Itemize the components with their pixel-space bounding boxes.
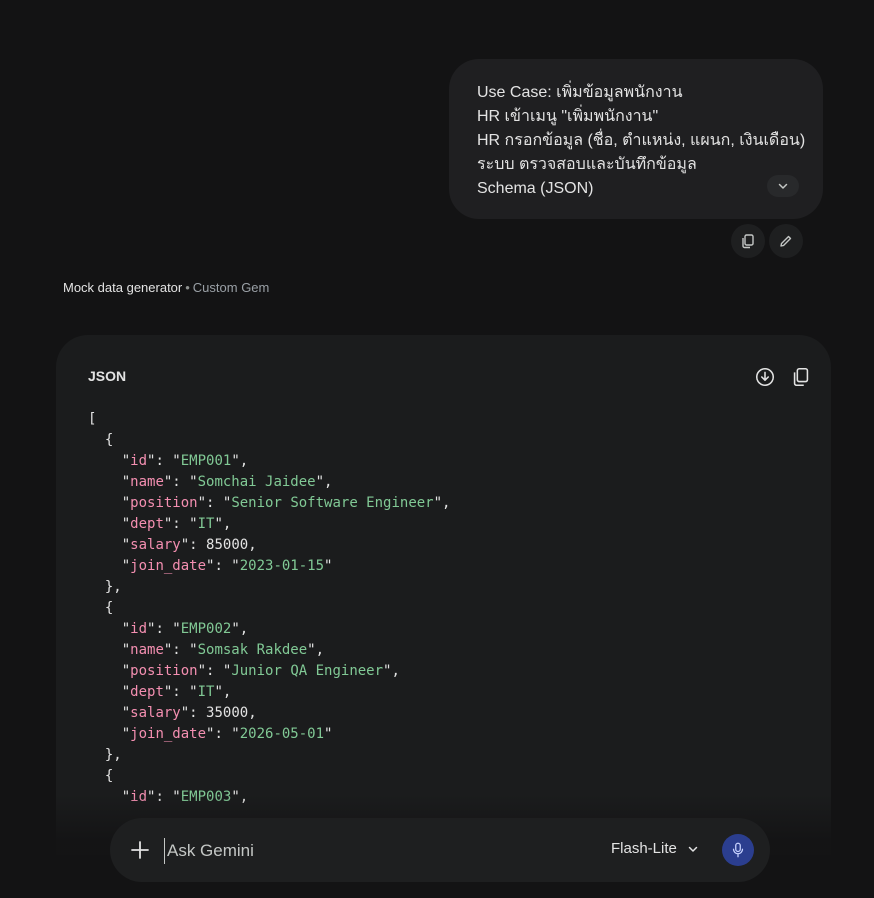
code-toolbar	[753, 365, 813, 389]
user-message-line: HR เข้าเมนู "เพิ่มพนักงาน"	[477, 108, 659, 125]
code-value: 2023-01-15	[239, 558, 325, 574]
copy-prompt-button[interactable]	[731, 224, 765, 258]
code-language-label: JSON	[88, 368, 127, 384]
microphone-button[interactable]	[722, 834, 754, 866]
gemini-chat-page: Use Case: เพิ่มข้อมูลพนักงาน HR เข้าเมนู…	[0, 0, 874, 898]
download-code-button[interactable]	[753, 365, 777, 389]
code-content: [ { "id": "EMP001", "name": "Somchai Jai…	[88, 409, 450, 808]
edit-prompt-button[interactable]	[769, 224, 803, 258]
copy-code-button[interactable]	[789, 365, 813, 389]
prompt-input-bar: Flash-Lite	[110, 818, 770, 882]
chevron-down-icon	[688, 846, 698, 852]
code-value: IT	[197, 684, 215, 700]
gem-separator: •	[185, 280, 190, 295]
copy-icon	[793, 367, 809, 387]
user-message-line: Schema (JSON)	[477, 180, 594, 197]
code-block: JSON [ { "id": "EMP001", "name": "Somcha…	[56, 335, 831, 855]
add-attachment-button[interactable]	[128, 838, 152, 862]
model-selector[interactable]: Flash-Lite	[611, 840, 699, 857]
chevron-down-icon	[778, 183, 788, 189]
code-value: 35000	[206, 705, 249, 721]
download-icon	[755, 367, 775, 387]
code-value: 85000	[206, 537, 249, 553]
copy-icon	[742, 234, 754, 249]
user-message-line: ระบบ ตรวจสอบและบันทึกข้อมูล	[477, 156, 697, 173]
model-name: Flash-Lite	[611, 840, 677, 857]
code-value: Somchai Jaidee	[197, 474, 316, 490]
user-message-line: Use Case: เพิ่มข้อมูลพนักงาน	[477, 84, 683, 101]
expand-message-button[interactable]	[767, 175, 799, 197]
gem-type: Custom Gem	[192, 280, 270, 295]
prompt-input[interactable]	[164, 838, 529, 864]
code-value: Junior QA Engineer	[231, 663, 384, 679]
edit-icon	[780, 235, 792, 247]
plus-icon	[131, 841, 149, 859]
gem-name: Mock data generator	[63, 280, 183, 295]
code-value: Senior Software Engineer	[231, 495, 434, 511]
gem-label: Mock data generator • Custom Gem	[63, 280, 269, 295]
code-value: Somsak Rakdee	[197, 642, 308, 658]
code-value: EMP002	[180, 621, 232, 637]
user-message-line: HR กรอกข้อมูล (ชื่อ, ตำแหน่ง, แผนก, เงิน…	[477, 132, 806, 149]
mic-icon	[732, 842, 744, 858]
code-value: IT	[197, 516, 215, 532]
user-message-bubble: Use Case: เพิ่มข้อมูลพนักงาน HR เข้าเมนู…	[449, 59, 823, 219]
code-value: EMP001	[180, 453, 232, 469]
user-message-actions	[731, 224, 803, 258]
code-value: 2026-05-01	[239, 726, 325, 742]
